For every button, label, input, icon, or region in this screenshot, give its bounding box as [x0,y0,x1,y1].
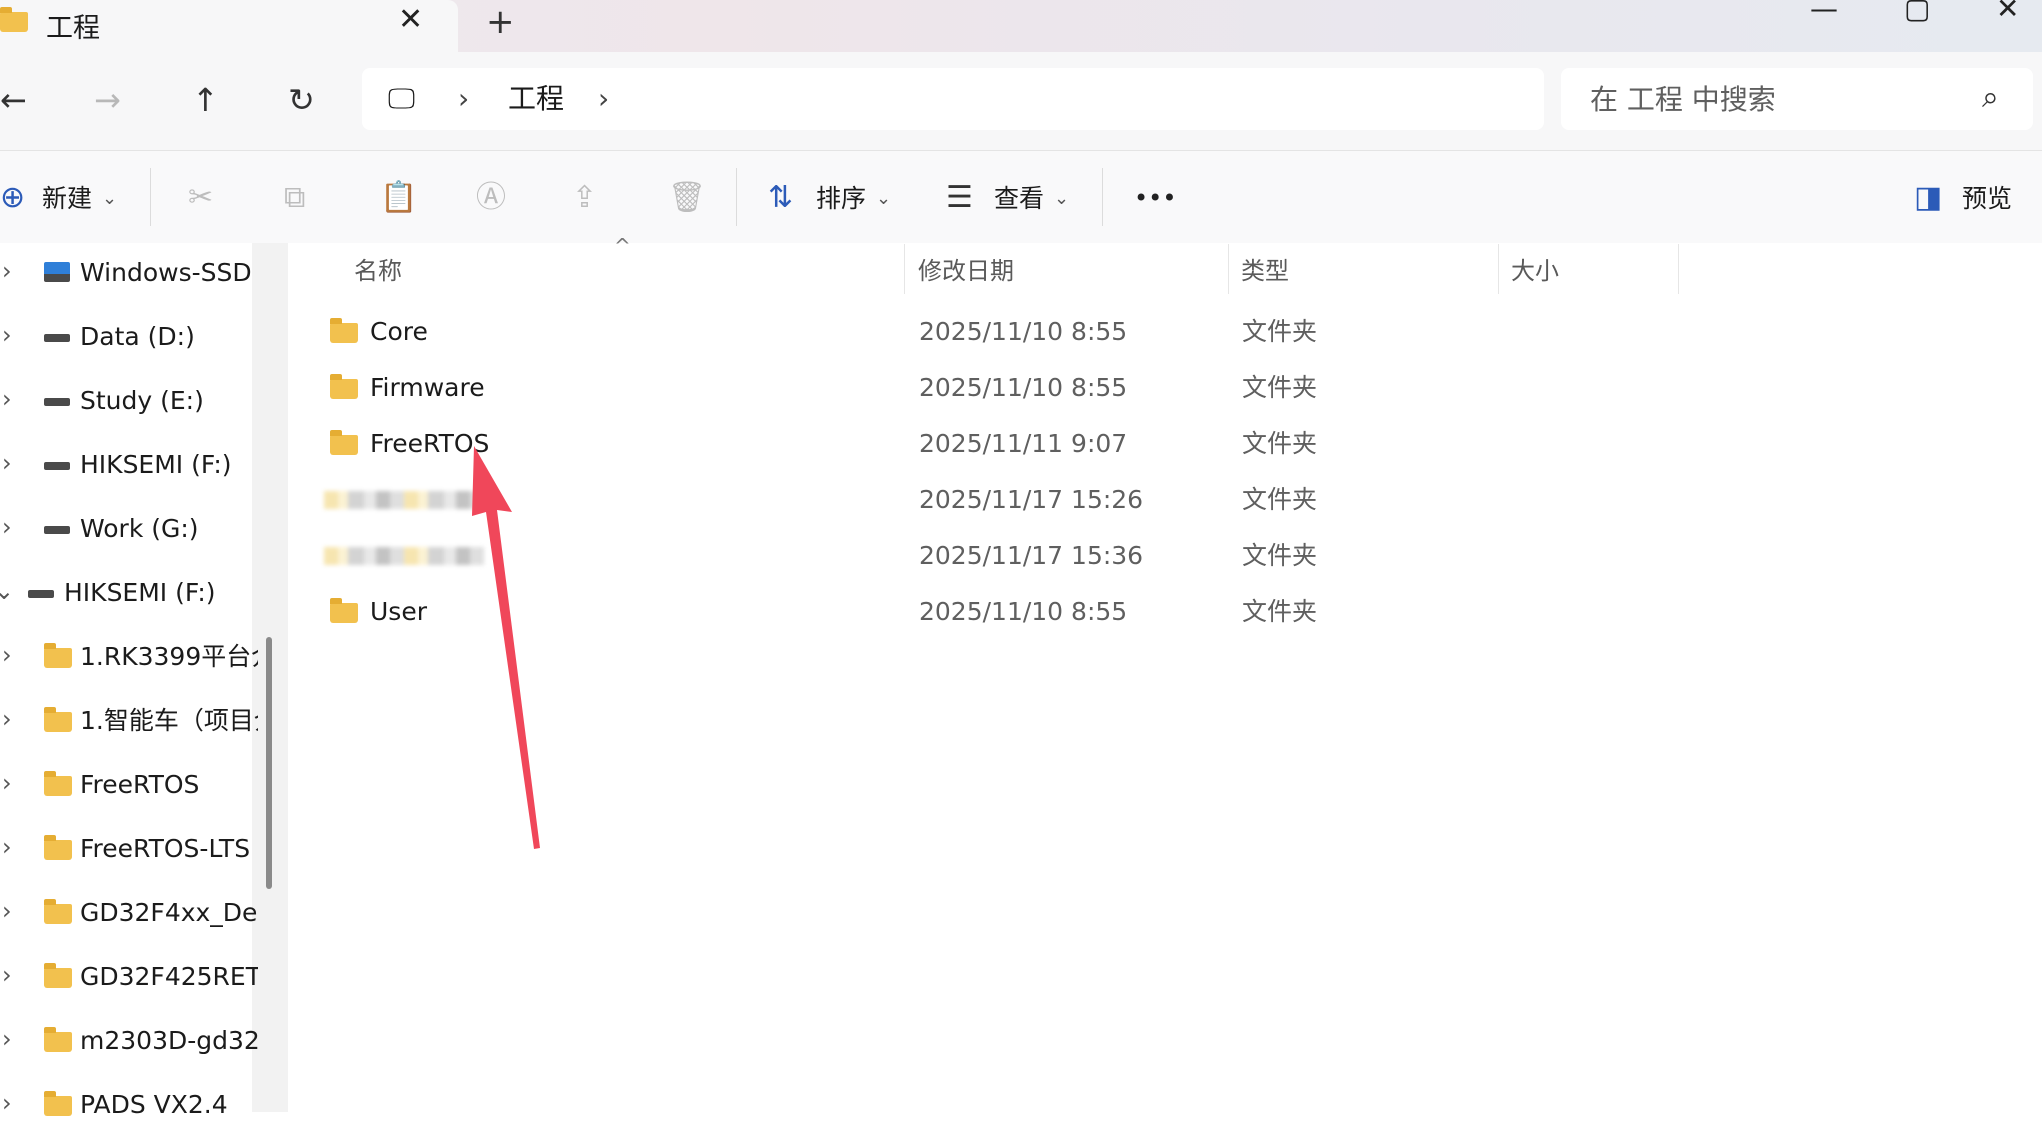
annotation-arrow [472,446,540,849]
